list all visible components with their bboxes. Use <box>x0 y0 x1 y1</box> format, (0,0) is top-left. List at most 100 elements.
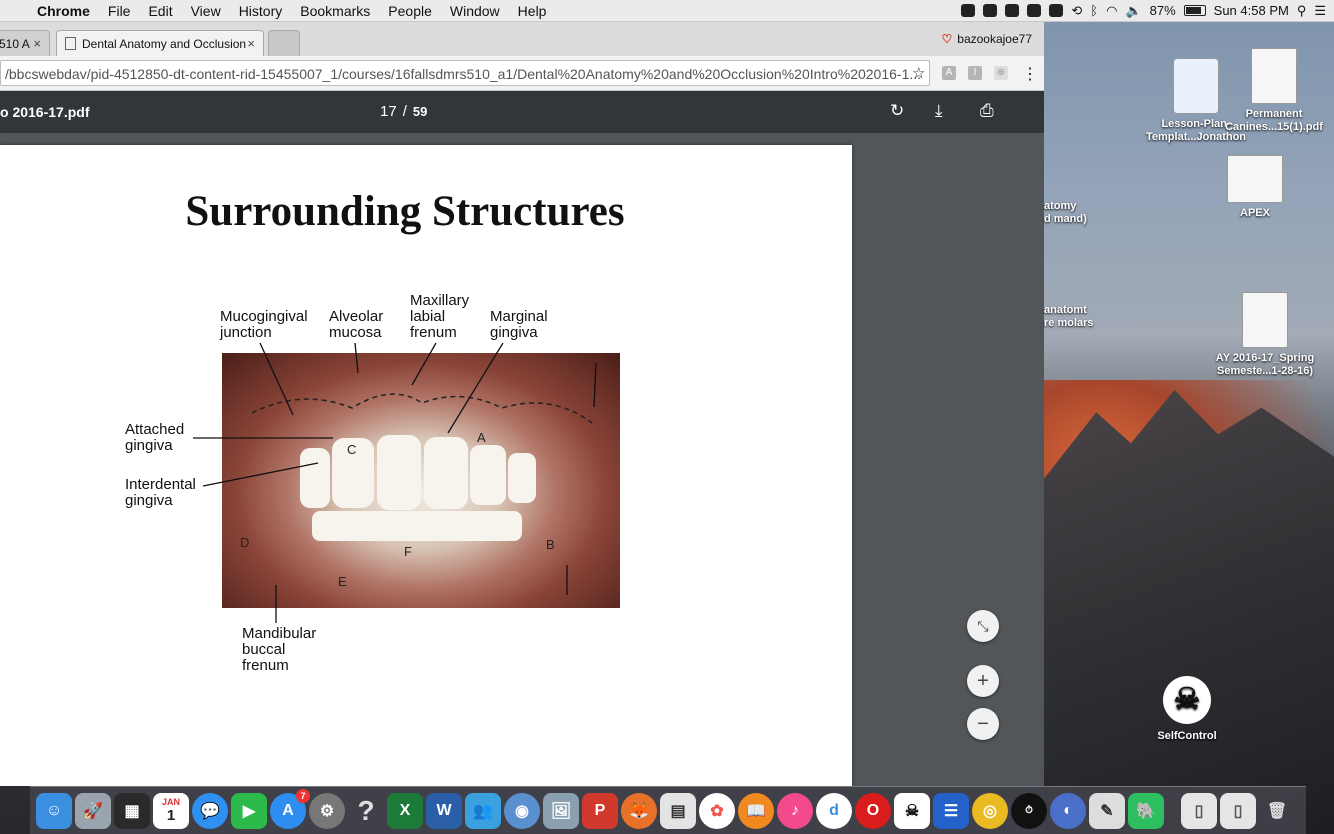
label-attached-gingiva: Attached gingiva <box>125 421 185 454</box>
directory-utility-icon[interactable]: ◐ <box>1050 792 1086 829</box>
desktop-icon-ay-spring[interactable]: AY 2016-17_Spring Semeste...1-28-16) <box>1205 292 1325 378</box>
shield-status-icon[interactable] <box>1027 4 1042 17</box>
menu-window[interactable]: Window <box>441 3 509 19</box>
menu-file[interactable]: File <box>99 3 140 19</box>
notification-center-icon[interactable]: ☰ <box>1314 3 1326 19</box>
label-mucogingival-junction: Mucogingival junction <box>220 308 308 341</box>
menu-app-name[interactable]: Chrome <box>28 3 99 19</box>
bell-status-icon[interactable] <box>1049 4 1064 17</box>
system-preferences-icon[interactable]: ⚙ <box>309 792 345 829</box>
battery-icon[interactable] <box>1183 5 1206 16</box>
pdf-document-icon <box>1251 48 1297 104</box>
selfcontrol-dock-icon[interactable]: ☠ <box>894 792 930 829</box>
chrome-menu-icon[interactable]: ⋮ <box>1022 64 1038 84</box>
bluetooth-icon[interactable]: ᛒ <box>1090 3 1098 18</box>
label-letter-f: F <box>404 544 412 559</box>
clock-app-icon[interactable]: ⏱ <box>1011 792 1047 829</box>
menu-help[interactable]: Help <box>509 3 556 19</box>
trash-icon[interactable]: 🗑 <box>1259 793 1295 829</box>
desktop-icon-permanent-canines[interactable]: Permanent Canines...15(1).pdf <box>1224 48 1324 134</box>
spreadsheet-icon <box>1242 292 1288 348</box>
documents-stack-icon[interactable]: ▯ <box>1181 792 1217 829</box>
finder-icon[interactable]: ☺ <box>36 792 72 829</box>
wifi-icon[interactable]: ◠ <box>1106 3 1117 19</box>
excel-icon[interactable]: X <box>387 792 423 829</box>
profile-button[interactable]: ♡ bazookajoe77 <box>942 32 1033 46</box>
dictionary-icon[interactable]: d <box>816 792 852 829</box>
desktop-icon-apex[interactable]: APEX <box>1205 155 1305 220</box>
battery-percent[interactable]: 87% <box>1150 3 1176 18</box>
help-icon[interactable]: ? <box>348 793 384 829</box>
time-machine-icon[interactable]: ⟲ <box>1071 3 1082 19</box>
label-mandibular-buccal-frenum: Mandibular buccal frenum <box>242 625 317 674</box>
teeth-illustration <box>251 393 593 541</box>
opera-icon[interactable]: O <box>855 792 891 829</box>
rotate-icon[interactable]: ↻ <box>890 101 904 121</box>
app-store-icon[interactable]: A7 <box>270 788 310 829</box>
word-icon[interactable]: W <box>426 792 462 829</box>
dashlane-status-icon[interactable] <box>983 4 998 17</box>
chrome-icon[interactable]: ◎ <box>972 792 1008 829</box>
menu-edit[interactable]: Edit <box>139 3 181 19</box>
extension-a-icon[interactable]: A <box>942 66 956 80</box>
calendar-icon[interactable]: JAN 1 <box>153 792 189 829</box>
menu-people[interactable]: People <box>379 3 441 19</box>
wallpaper-mountain <box>1044 390 1334 834</box>
list-app-icon[interactable]: ☰ <box>933 792 969 829</box>
desktop-icon-label: APEX <box>1240 207 1270 219</box>
menu-view[interactable]: View <box>182 3 230 19</box>
tab-active[interactable]: Dental Anatomy and Occlusion × <box>56 30 264 56</box>
clock[interactable]: Sun 4:58 PM <box>1214 3 1289 18</box>
ibooks-icon[interactable]: 📖 <box>738 792 774 829</box>
chrome-window: 510 A × Dental Anatomy and Occlusion × ♡… <box>0 22 1044 786</box>
evernote-status-icon[interactable] <box>961 4 976 17</box>
tab-previous[interactable]: 510 A × <box>0 30 50 56</box>
desktop-icon-anatomt-molars[interactable]: anatomt re molars <box>1044 304 1104 330</box>
family-icon[interactable]: 👥 <box>465 792 501 829</box>
bookmark-star-icon[interactable]: ☆ <box>912 64 925 82</box>
image-capture-icon[interactable]: ▤ <box>660 792 696 829</box>
launchpad-icon[interactable]: 🚀 <box>75 792 111 829</box>
address-bar[interactable]: /bbcswebdav/pid-4512850-dt-content-rid-1… <box>0 60 930 86</box>
fit-to-page-button[interactable]: ⤡ <box>967 610 999 642</box>
facetime-icon[interactable]: ▶ <box>231 792 267 829</box>
itunes-icon[interactable]: ♪ <box>777 792 813 829</box>
print-icon[interactable]: ⎙ <box>980 101 994 121</box>
script-editor-icon[interactable]: ✎ <box>1089 792 1125 829</box>
timer-status-icon[interactable] <box>1005 4 1020 17</box>
extension-download-icon[interactable]: ⊕ <box>994 66 1008 80</box>
photos-icon[interactable]: ✿ <box>699 792 735 829</box>
evernote-icon[interactable]: 🐘 <box>1128 792 1164 829</box>
page-current[interactable]: 17 <box>380 103 397 120</box>
tab-strip: 510 A × Dental Anatomy and Occlusion × ♡… <box>0 22 1044 56</box>
downloads-stack-icon[interactable]: ▯ <box>1220 792 1256 829</box>
download-icon[interactable]: ⤓ <box>935 101 943 121</box>
desktop-icon-selfcontrol[interactable]: ☠ SelfControl <box>1137 676 1237 743</box>
desktop-icon-anatomy-mand[interactable]: atomy d mand) <box>1044 200 1104 226</box>
volume-icon[interactable]: 🔈 <box>1125 3 1141 19</box>
preview-icon[interactable]: 🖼 <box>543 792 579 829</box>
pdf-toolbar: o 2016-17.pdf 17 / 59 ↻ ⤓ ⎙ <box>0 91 1044 133</box>
desktop-icon-label: atomy d mand) <box>1044 200 1087 225</box>
extension-i-icon[interactable]: I <box>968 66 982 80</box>
menu-bookmarks[interactable]: Bookmarks <box>291 3 379 19</box>
document-icon <box>65 37 76 50</box>
desktop-icon-label: AY 2016-17_Spring Semeste...1-28-16) <box>1215 352 1315 377</box>
dashboard-icon[interactable]: ▦ <box>114 792 150 829</box>
skull-icon: ☠ <box>1163 676 1211 724</box>
firefox-icon[interactable]: 🦊 <box>621 792 657 829</box>
tab-close-icon[interactable]: × <box>247 36 255 51</box>
powerpoint-icon[interactable]: P <box>582 792 618 829</box>
status-area: ⟲ ᛒ ◠ 🔈 87% Sun 4:58 PM ⚲ ☰ <box>961 0 1326 21</box>
messages-icon[interactable]: 💬 <box>192 792 228 829</box>
menu-bar: Chrome File Edit View History Bookmarks … <box>0 0 1334 22</box>
page-total: 59 <box>412 104 428 119</box>
network-globe-icon[interactable]: ◉ <box>504 792 540 829</box>
menu-history[interactable]: History <box>230 3 292 19</box>
zoom-out-button[interactable]: − <box>967 708 999 740</box>
zoom-in-button[interactable]: + <box>967 665 999 697</box>
label-letter-d: D <box>240 535 250 550</box>
spotlight-search-icon[interactable]: ⚲ <box>1297 3 1307 19</box>
new-tab-button[interactable] <box>268 30 300 56</box>
tab-close-icon[interactable]: × <box>33 36 41 51</box>
